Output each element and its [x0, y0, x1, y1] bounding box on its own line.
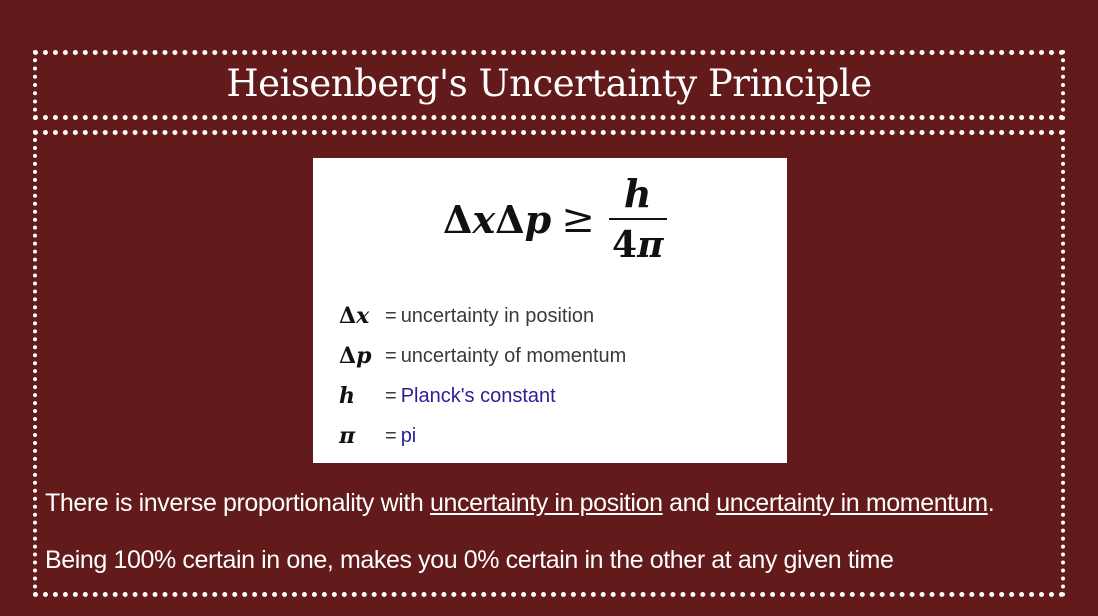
denominator-pi: π	[637, 224, 664, 266]
definition-symbol: Δx	[339, 303, 385, 329]
formula-image: ΔxΔp ≥ h 4π Δx = uncertainty in position…	[313, 158, 787, 463]
fraction-denominator: 4π	[612, 224, 663, 266]
equals-sign: =	[385, 424, 397, 447]
equals-sign: =	[385, 304, 397, 327]
definition-link[interactable]: Planck's constant	[401, 385, 556, 408]
definitions-list: Δx = uncertainty in position Δp = uncert…	[339, 296, 626, 456]
delta-symbol: Δ	[443, 196, 473, 242]
momentum-link[interactable]: uncertainty in momentum	[716, 489, 988, 517]
geq-symbol: ≥	[561, 196, 595, 242]
definition-row: Δp = uncertainty of momentum	[339, 336, 626, 376]
definition-text: uncertainty in position	[400, 304, 595, 327]
fraction-numerator: h	[623, 171, 652, 216]
equals-sign: =	[385, 344, 397, 367]
statement-text: and	[662, 489, 717, 517]
x-variable: x	[472, 196, 496, 242]
delta-symbol: Δ	[339, 303, 357, 329]
p-variable: p	[524, 196, 552, 242]
symbol-variable: h	[339, 383, 355, 409]
symbol-variable: π	[339, 423, 356, 449]
statement-text: .	[987, 489, 995, 517]
definition-row: Δx = uncertainty in position	[339, 296, 626, 336]
definition-row: π = pi	[339, 416, 626, 456]
definition-row: h = Planck's constant	[339, 376, 626, 416]
definition-link[interactable]: pi	[401, 425, 417, 448]
definition-symbol: Δp	[339, 343, 385, 369]
definition-text: uncertainty of momentum	[400, 344, 627, 367]
position-link[interactable]: uncertainty in position	[430, 489, 663, 517]
definition-symbol: π	[339, 423, 385, 449]
delta-symbol: Δ	[339, 343, 357, 369]
statement-text: There is inverse proportionality with	[45, 489, 430, 517]
uncertainty-equation: ΔxΔp ≥ h 4π	[443, 164, 667, 274]
definition-symbol: h	[339, 383, 385, 409]
denominator-number: 4	[612, 224, 638, 266]
proportionality-statement: There is inverse proportionality with un…	[45, 489, 995, 518]
delta-symbol: Δ	[495, 196, 525, 242]
symbol-variable: x	[356, 303, 370, 329]
symbol-variable: p	[356, 343, 372, 369]
slide-title: Heisenberg's Uncertainty Principle	[226, 62, 872, 105]
fraction-bar	[608, 218, 667, 220]
equation-lhs: ΔxΔp	[443, 197, 551, 242]
certainty-statement: Being 100% certain in one, makes you 0% …	[45, 546, 894, 574]
equals-sign: =	[385, 384, 397, 407]
fraction: h 4π	[608, 171, 667, 266]
